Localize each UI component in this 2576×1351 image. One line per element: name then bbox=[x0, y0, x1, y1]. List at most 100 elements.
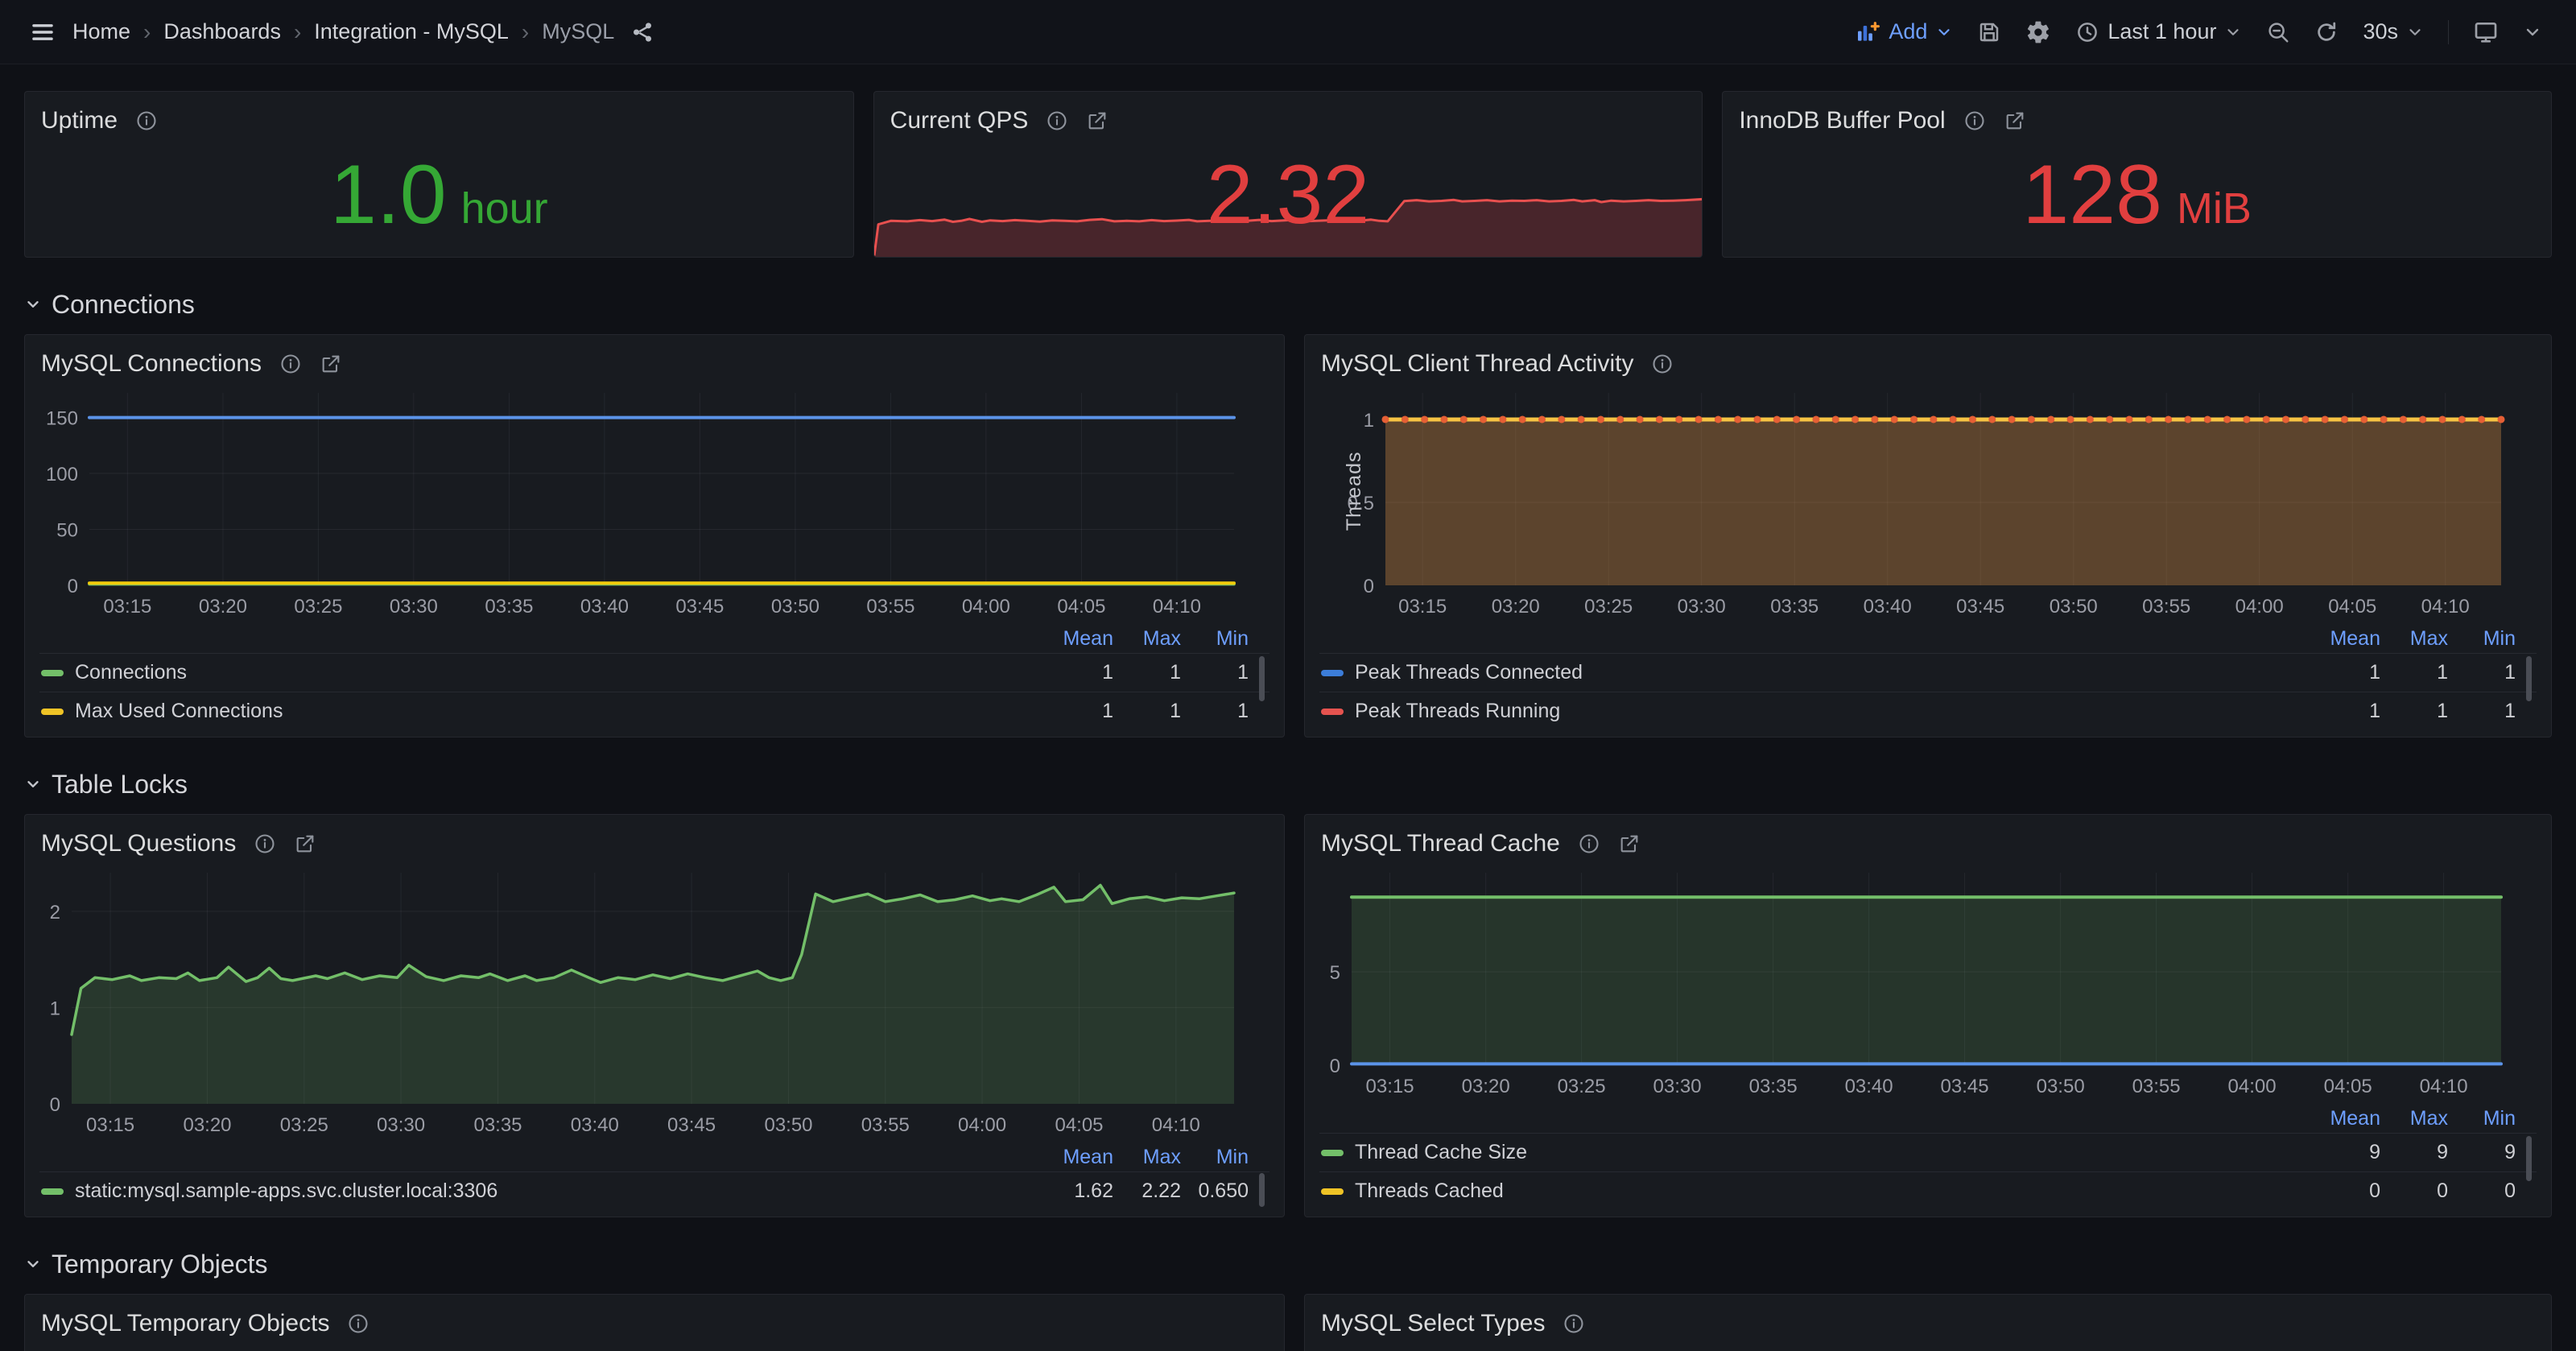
info-icon[interactable] bbox=[1963, 109, 1986, 132]
panel-header[interactable]: MySQL Client Thread Activity bbox=[1319, 346, 2537, 382]
legend-header: Mean Max Min bbox=[1319, 1104, 2537, 1133]
svg-text:03:30: 03:30 bbox=[390, 596, 438, 618]
panel-header[interactable]: MySQL Select Types bbox=[1319, 1306, 2537, 1341]
info-icon[interactable] bbox=[254, 832, 276, 855]
legend-scrollbar[interactable] bbox=[2526, 656, 2532, 701]
legend-col-max[interactable]: Max bbox=[2380, 627, 2448, 651]
panel-title[interactable]: MySQL Thread Cache bbox=[1321, 830, 1560, 857]
panel-title[interactable]: MySQL Select Types bbox=[1321, 1310, 1545, 1337]
svg-text:04:00: 04:00 bbox=[2235, 596, 2284, 618]
external-link-icon[interactable] bbox=[2004, 109, 2026, 132]
legend-label[interactable]: Max Used Connections bbox=[75, 700, 1046, 723]
series-swatch bbox=[41, 1188, 64, 1195]
kiosk-mode-button[interactable] bbox=[2473, 19, 2499, 45]
external-link-icon[interactable] bbox=[1086, 109, 1108, 132]
legend-col-min[interactable]: Min bbox=[2448, 627, 2516, 651]
panel-title[interactable]: MySQL Questions bbox=[41, 830, 236, 857]
breadcrumb-home[interactable]: Home bbox=[72, 19, 130, 44]
refresh-button[interactable] bbox=[2314, 20, 2339, 44]
svg-text:5: 5 bbox=[1330, 962, 1340, 984]
save-dashboard-button[interactable] bbox=[1977, 20, 2001, 44]
info-icon[interactable] bbox=[279, 353, 302, 375]
section-header-connections[interactable]: Connections bbox=[24, 287, 2552, 322]
svg-text:03:25: 03:25 bbox=[1584, 596, 1633, 618]
info-icon[interactable] bbox=[1651, 353, 1674, 375]
external-link-icon[interactable] bbox=[294, 832, 316, 855]
time-range-picker[interactable]: Last 1 hour bbox=[2075, 19, 2242, 44]
panel-mysql-temporary-objects: MySQL Temporary Objects bbox=[24, 1294, 1285, 1351]
legend-label[interactable]: Peak Threads Running bbox=[1355, 700, 2313, 723]
timeseries-chart[interactable]: 03:1503:2003:2503:3003:3503:4003:4503:50… bbox=[1319, 861, 2537, 1104]
panel-header[interactable]: Uptime bbox=[39, 103, 839, 138]
panel-title[interactable]: MySQL Connections bbox=[41, 350, 262, 378]
dashboard-settings-button[interactable] bbox=[2025, 19, 2051, 45]
legend-col-min[interactable]: Min bbox=[1181, 627, 1249, 651]
legend-label[interactable]: Connections bbox=[75, 661, 1046, 684]
external-link-icon[interactable] bbox=[320, 353, 342, 375]
legend-col-mean[interactable]: Mean bbox=[1046, 627, 1113, 651]
legend-scrollbar[interactable] bbox=[1259, 656, 1265, 701]
panel-title[interactable]: Current QPS bbox=[890, 107, 1029, 134]
legend-label[interactable]: Peak Threads Connected bbox=[1355, 661, 2313, 684]
timeseries-chart[interactable]: 03:1503:2003:2503:3003:3503:4003:4503:50… bbox=[1319, 382, 2537, 624]
timeseries-chart[interactable]: 03:1503:2003:2503:3003:3503:4003:4503:50… bbox=[39, 382, 1269, 624]
panel-header[interactable]: MySQL Temporary Objects bbox=[39, 1306, 1269, 1341]
legend-header: Mean Max Min bbox=[39, 1142, 1269, 1171]
legend-scrollbar[interactable] bbox=[2526, 1136, 2532, 1181]
section-header-temporary-objects[interactable]: Temporary Objects bbox=[24, 1246, 2552, 1282]
toolbar-more-button[interactable] bbox=[2523, 23, 2542, 42]
panel-mysql-thread-cache: MySQL Thread Cache 03:1503:2003:2503:300… bbox=[1304, 814, 2552, 1217]
legend-label[interactable]: static:mysql.sample-apps.svc.cluster.loc… bbox=[75, 1180, 1046, 1203]
svg-text:04:05: 04:05 bbox=[2328, 596, 2376, 618]
panel-header[interactable]: MySQL Questions bbox=[39, 826, 1269, 861]
panel-title[interactable]: Uptime bbox=[41, 107, 118, 134]
legend-col-max[interactable]: Max bbox=[2380, 1107, 2448, 1130]
timeseries-chart[interactable]: 03:1503:2003:2503:3003:3503:4003:4503:50… bbox=[39, 861, 1269, 1142]
info-icon[interactable] bbox=[1578, 832, 1600, 855]
panel-header[interactable]: InnoDB Buffer Pool bbox=[1737, 103, 2537, 138]
legend-col-max[interactable]: Max bbox=[1113, 627, 1181, 651]
legend-min-value: 1 bbox=[2448, 700, 2516, 723]
legend-col-mean[interactable]: Mean bbox=[1046, 1146, 1113, 1169]
panel-header[interactable]: MySQL Connections bbox=[39, 346, 1269, 382]
legend-col-mean[interactable]: Mean bbox=[2313, 1107, 2380, 1130]
panel-title[interactable]: MySQL Client Thread Activity bbox=[1321, 350, 1633, 378]
legend-col-max[interactable]: Max bbox=[1113, 1146, 1181, 1169]
refresh-interval-picker[interactable]: 30s bbox=[2363, 19, 2424, 44]
monitor-icon bbox=[2473, 19, 2499, 45]
top-nav: Home › Dashboards › Integration - MySQL … bbox=[0, 0, 2576, 64]
panel-header[interactable]: Current QPS bbox=[889, 103, 1688, 138]
legend-mean-value: 1 bbox=[2313, 661, 2380, 684]
legend-row: Max Used Connections 1 1 1 bbox=[39, 692, 1269, 730]
info-icon[interactable] bbox=[1046, 109, 1068, 132]
legend-label[interactable]: Thread Cache Size bbox=[1355, 1141, 2313, 1164]
legend-col-mean[interactable]: Mean bbox=[2313, 627, 2380, 651]
breadcrumb-folder[interactable]: Integration - MySQL bbox=[314, 19, 509, 44]
legend-min-value: 1 bbox=[2448, 661, 2516, 684]
svg-text:50: 50 bbox=[56, 520, 78, 542]
zoom-out-time-button[interactable] bbox=[2266, 20, 2290, 44]
panel-mysql-connections: MySQL Connections 03:1503:2003:2503:3003… bbox=[24, 334, 1285, 737]
info-icon[interactable] bbox=[347, 1312, 369, 1335]
panel-title[interactable]: InnoDB Buffer Pool bbox=[1739, 107, 1945, 134]
legend-label[interactable]: Threads Cached bbox=[1355, 1180, 2313, 1203]
panel-title[interactable]: MySQL Temporary Objects bbox=[41, 1310, 329, 1337]
info-icon[interactable] bbox=[135, 109, 158, 132]
svg-text:03:35: 03:35 bbox=[485, 596, 533, 618]
legend-col-min[interactable]: Min bbox=[1181, 1146, 1249, 1169]
legend-scrollbar[interactable] bbox=[1259, 1173, 1265, 1207]
series-swatch bbox=[41, 670, 64, 676]
menu-toggle-button[interactable] bbox=[29, 19, 56, 46]
legend-col-min[interactable]: Min bbox=[2448, 1107, 2516, 1130]
svg-text:03:50: 03:50 bbox=[2050, 596, 2098, 618]
svg-text:1: 1 bbox=[50, 998, 60, 1019]
chevron-down-icon bbox=[1935, 23, 1953, 41]
share-button[interactable] bbox=[630, 20, 654, 44]
add-panel-button[interactable]: Add bbox=[1855, 19, 1953, 45]
section-header-table-locks[interactable]: Table Locks bbox=[24, 766, 2552, 802]
svg-text:03:15: 03:15 bbox=[103, 596, 151, 618]
info-icon[interactable] bbox=[1563, 1312, 1585, 1335]
panel-header[interactable]: MySQL Thread Cache bbox=[1319, 826, 2537, 861]
breadcrumb-dashboards[interactable]: Dashboards bbox=[163, 19, 281, 44]
external-link-icon[interactable] bbox=[1618, 832, 1641, 855]
